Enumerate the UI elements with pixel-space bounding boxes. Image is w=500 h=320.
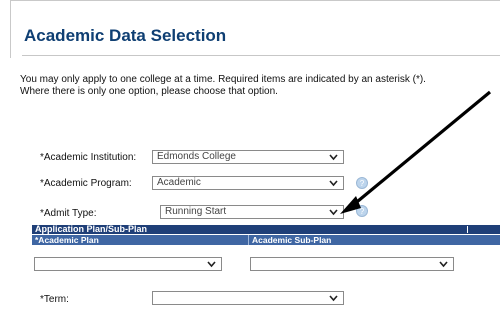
term-label: *Term: <box>40 294 69 305</box>
instructions-line-1: You may only apply to one college at a t… <box>20 74 426 85</box>
instructions: You may only apply to one college at a t… <box>20 74 500 98</box>
chevron-down-icon <box>329 152 338 162</box>
institution-value: Edmonds College <box>157 151 236 162</box>
admit-type-value: Running Start <box>165 206 227 217</box>
instructions-line-2: Where there is only one option, please c… <box>20 86 278 97</box>
term-select[interactable] <box>152 291 344 305</box>
institution-label: *Academic Institution: <box>40 152 137 163</box>
plan-section-title: Application Plan/Sub-Plan <box>35 224 148 234</box>
title-divider <box>22 55 500 56</box>
help-icon[interactable]: ? <box>356 205 368 217</box>
col-academic-subplan: Academic Sub-Plan <box>252 235 332 245</box>
plan-columns-header: *Academic Plan Academic Sub-Plan <box>32 235 500 245</box>
program-value: Academic <box>157 177 201 188</box>
chevron-down-icon <box>329 207 338 217</box>
admit-type-label: *Admit Type: <box>40 208 97 219</box>
chevron-down-icon <box>207 259 216 269</box>
admit-type-select[interactable]: Running Start <box>160 205 344 219</box>
academic-plan-select[interactable] <box>34 257 222 271</box>
program-label: *Academic Program: <box>40 178 132 189</box>
chevron-down-icon <box>329 178 338 188</box>
chevron-down-icon <box>439 259 448 269</box>
column-divider <box>248 235 249 245</box>
chevron-down-icon <box>329 293 338 303</box>
academic-subplan-select[interactable] <box>250 257 454 271</box>
page-frame: Academic Data Selection You may only app… <box>0 0 500 320</box>
help-icon[interactable]: ? <box>356 177 368 189</box>
plan-section-header: Application Plan/Sub-Plan <box>32 225 500 234</box>
page-title: Academic Data Selection <box>24 26 227 45</box>
program-select[interactable]: Academic <box>152 176 344 190</box>
header-divider <box>467 226 468 233</box>
col-academic-plan: *Academic Plan <box>35 235 99 245</box>
institution-select[interactable]: Edmonds College <box>152 150 344 164</box>
